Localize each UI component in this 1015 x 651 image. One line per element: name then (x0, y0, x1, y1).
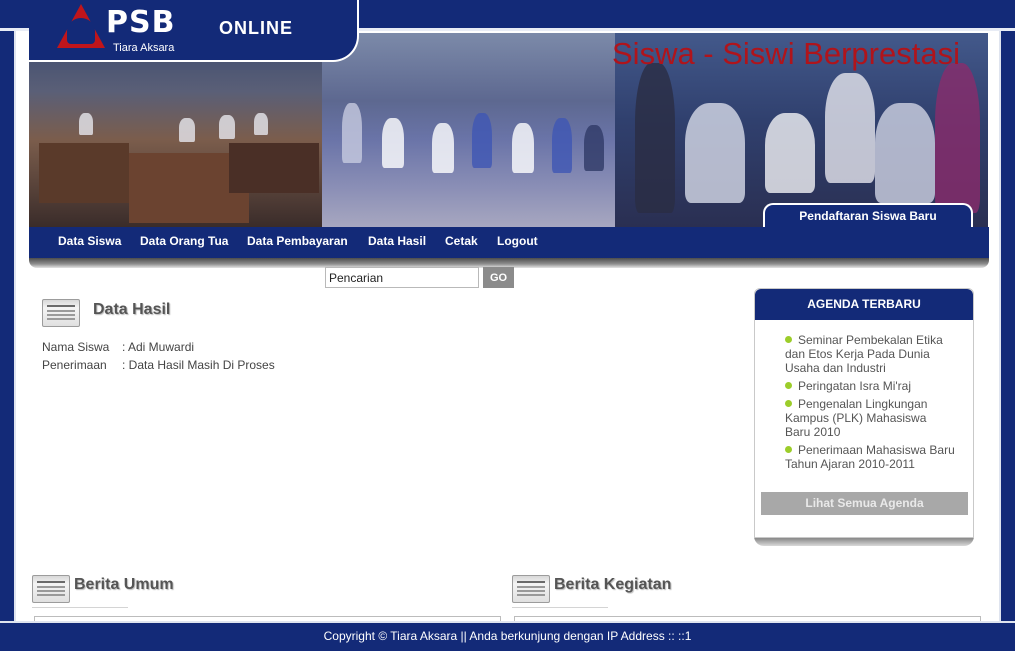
register-tab[interactable]: Pendaftaran Siswa Baru (763, 203, 973, 228)
nav-data-orang-tua[interactable]: Data Orang Tua (140, 227, 228, 258)
nav-data-hasil[interactable]: Data Hasil (368, 227, 426, 258)
search-button[interactable]: GO (483, 267, 514, 288)
right-border (999, 31, 1015, 621)
agenda-item-label[interactable]: Seminar Pembekalan Etika dan Etos Kerja … (785, 333, 943, 375)
section-divider (32, 607, 128, 608)
banner-title: Siswa - Siswi Berprestasi (612, 36, 960, 71)
info-value: : Data Hasil Masih Di Proses (122, 358, 275, 372)
bullet-icon (785, 336, 792, 343)
banner-photo-group (322, 33, 615, 227)
agenda-item[interactable]: Pengenalan Lingkungan Kampus (PLK) Mahas… (785, 397, 955, 439)
bullet-icon (785, 400, 792, 407)
agenda-item-label[interactable]: Pengenalan Lingkungan Kampus (PLK) Mahas… (785, 397, 927, 439)
nav-data-pembayaran[interactable]: Data Pembayaran (247, 227, 348, 258)
info-label: Penerimaan (42, 358, 107, 372)
section-title-berita-umum: Berita Umum (74, 576, 174, 593)
nav-cetak[interactable]: Cetak (445, 227, 478, 258)
logo-emblem-inner (67, 18, 95, 44)
agenda-title: AGENDA TERBARU (755, 289, 973, 320)
section-divider (512, 607, 608, 608)
main-nav: Data Siswa Data Orang Tua Data Pembayara… (29, 227, 989, 258)
logo-suffix: ONLINE (219, 18, 294, 38)
search-input[interactable] (325, 267, 479, 288)
newspaper-icon (42, 299, 80, 327)
newspaper-icon (512, 575, 550, 603)
agenda-item[interactable]: Penerimaan Mahasiswa Baru Tahun Ajaran 2… (785, 443, 955, 471)
page-title: Data Hasil (93, 301, 171, 318)
agenda-list: Seminar Pembekalan Etika dan Etos Kerja … (785, 333, 955, 475)
logo-text: PSB (106, 5, 176, 40)
banner-photo-classroom (29, 33, 322, 227)
agenda-item[interactable]: Peringatan Isra Mi'raj (785, 379, 955, 393)
logo[interactable]: PSB ONLINE Tiara Aksara (29, 0, 359, 62)
agenda-item-label[interactable]: Peringatan Isra Mi'raj (798, 379, 911, 393)
agenda-panel: AGENDA TERBARU Seminar Pembekalan Etika … (754, 288, 974, 538)
nav-logout[interactable]: Logout (497, 227, 538, 258)
bullet-icon (785, 446, 792, 453)
agenda-item-label[interactable]: Penerimaan Mahasiswa Baru Tahun Ajaran 2… (785, 443, 955, 471)
info-row-nama: Nama Siswa : Adi Muwardi (42, 340, 194, 354)
bullet-icon (785, 382, 792, 389)
section-title-berita-kegiatan: Berita Kegiatan (554, 576, 672, 593)
newspaper-icon (32, 575, 70, 603)
info-value: : Adi Muwardi (122, 340, 195, 354)
logo-subtitle: Tiara Aksara (113, 42, 175, 54)
footer: Copyright © Tiara Aksara || Anda berkunj… (0, 621, 1015, 651)
agenda-item[interactable]: Seminar Pembekalan Etika dan Etos Kerja … (785, 333, 955, 375)
info-row-penerimaan: Penerimaan : Data Hasil Masih Di Proses (42, 358, 275, 372)
info-label: Nama Siswa (42, 340, 110, 354)
nav-data-siswa[interactable]: Data Siswa (58, 227, 121, 258)
left-border (0, 31, 16, 621)
view-all-agenda-button[interactable]: Lihat Semua Agenda (761, 492, 968, 515)
